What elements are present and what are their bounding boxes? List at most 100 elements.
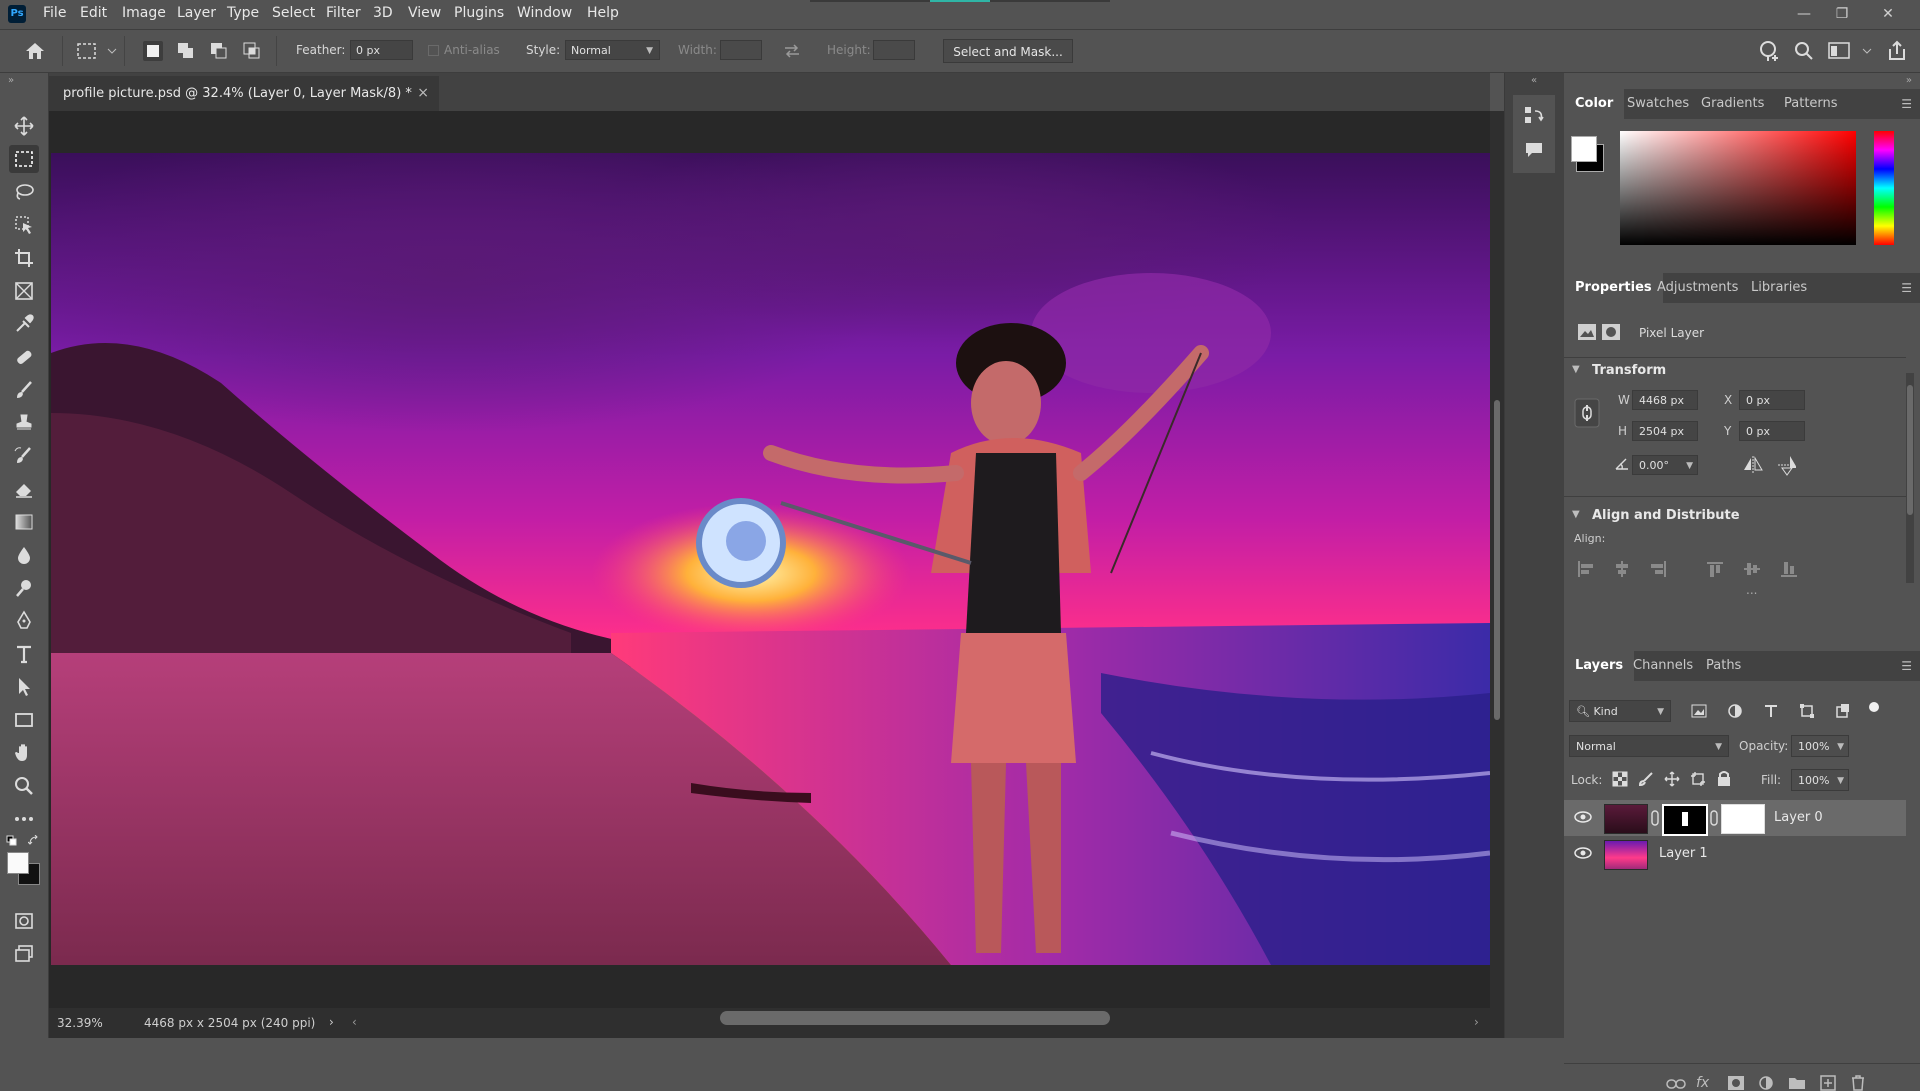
more-options-icon[interactable]: ... [1746, 583, 1757, 597]
more-tools[interactable] [9, 805, 39, 833]
menu-filter[interactable]: Filter [326, 5, 361, 21]
object-selection-tool[interactable] [9, 211, 39, 239]
chevron-down-icon[interactable] [107, 47, 117, 55]
menu-select[interactable]: Select [272, 5, 315, 21]
move-tool[interactable] [9, 112, 39, 140]
history-icon[interactable] [1523, 105, 1545, 127]
horizontal-scroll-thumb[interactable] [720, 1011, 1110, 1025]
scroll-right-icon[interactable]: › [1474, 1015, 1479, 1029]
new-group-icon[interactable] [1788, 1076, 1806, 1090]
comment-icon[interactable] [1523, 139, 1545, 161]
layer-row-layer-1[interactable]: Layer 1 [1564, 836, 1906, 872]
add-mask-icon[interactable] [1727, 1075, 1745, 1091]
color-field[interactable] [1620, 131, 1856, 245]
tab-channels[interactable]: Channels [1622, 651, 1704, 681]
add-selection-icon[interactable] [176, 41, 196, 61]
visibility-eye-icon[interactable] [1574, 846, 1592, 860]
foreground-swatch[interactable] [1571, 136, 1597, 162]
document-canvas-image[interactable] [51, 153, 1490, 965]
menu-file[interactable]: File [43, 5, 66, 21]
filter-pixel-icon[interactable] [1691, 704, 1707, 718]
hue-slider[interactable] [1874, 131, 1894, 245]
status-menu-arrow[interactable]: › [329, 1015, 334, 1029]
panel-menu-icon[interactable]: ☰ [1901, 659, 1912, 673]
feather-input[interactable]: 0 px [350, 40, 413, 60]
intersect-selection-icon[interactable] [242, 41, 262, 61]
lock-pixels-icon[interactable] [1638, 771, 1654, 787]
layer-name[interactable]: Layer 0 [1774, 810, 1823, 825]
chevron-down-icon[interactable] [1862, 47, 1872, 55]
vector-mask-thumbnail[interactable] [1721, 804, 1765, 834]
eraser-tool[interactable] [9, 475, 39, 503]
menu-3d[interactable]: 3D [373, 5, 393, 21]
new-selection-button[interactable] [143, 41, 163, 61]
menu-image[interactable]: Image [122, 5, 166, 21]
align-bottom-icon[interactable] [1781, 561, 1797, 577]
layer-thumbnail[interactable] [1604, 804, 1648, 834]
share-icon[interactable] [1886, 40, 1908, 62]
chevron-down-icon[interactable]: ▼ [1572, 509, 1580, 520]
flip-vertical-icon[interactable] [1778, 454, 1796, 476]
chevron-down-icon[interactable]: ▼ [1572, 364, 1580, 375]
menu-window[interactable]: Window [517, 5, 572, 21]
layer-name[interactable]: Layer 1 [1659, 846, 1708, 861]
clone-stamp-tool[interactable] [9, 409, 39, 437]
rectangle-tool[interactable] [9, 706, 39, 734]
expand-panels-icon[interactable]: « [1531, 75, 1537, 86]
filter-adjustment-icon[interactable] [1727, 703, 1743, 719]
path-selection-tool[interactable] [9, 673, 39, 701]
delete-layer-icon[interactable] [1850, 1074, 1866, 1091]
history-brush-tool[interactable] [9, 442, 39, 470]
y-field[interactable]: 0 px [1739, 421, 1805, 441]
share-profile-icon[interactable] [1758, 40, 1782, 62]
lasso-tool[interactable] [9, 178, 39, 206]
flip-horizontal-icon[interactable] [1742, 456, 1764, 474]
home-icon[interactable] [24, 41, 46, 61]
menu-plugins[interactable]: Plugins [454, 5, 504, 21]
width-field[interactable]: 4468 px [1632, 390, 1698, 410]
brush-tool[interactable] [9, 376, 39, 404]
minimize-button[interactable]: — [1790, 2, 1818, 26]
canvas-area[interactable] [49, 111, 1490, 1008]
pen-tool[interactable] [9, 607, 39, 635]
zoom-level[interactable]: 32.39% [57, 1016, 103, 1030]
frame-tool[interactable] [9, 277, 39, 305]
new-adjustment-icon[interactable] [1758, 1075, 1774, 1091]
filter-smart-object-icon[interactable] [1835, 703, 1851, 719]
lock-all-icon[interactable] [1716, 770, 1732, 787]
opacity-field[interactable]: 100% ▼ [1791, 735, 1849, 757]
layer-filter-kind[interactable]: 🔍︎ Kind ▼ [1569, 700, 1671, 722]
link-dimensions-icon[interactable] [1574, 398, 1600, 428]
close-document-icon[interactable]: × [417, 76, 429, 111]
gradient-tool[interactable] [9, 508, 39, 536]
tab-gradients[interactable]: Gradients [1690, 89, 1775, 119]
tab-patterns[interactable]: Patterns [1773, 89, 1849, 119]
healing-brush-tool[interactable] [9, 343, 39, 371]
fill-field[interactable]: 100% ▼ [1791, 769, 1849, 791]
subtract-selection-icon[interactable] [209, 41, 229, 61]
hand-tool[interactable] [9, 739, 39, 767]
dodge-tool[interactable] [9, 574, 39, 602]
swap-icon[interactable] [783, 43, 801, 59]
marquee-preset-icon[interactable] [76, 41, 98, 61]
restore-button[interactable]: ❐ [1828, 2, 1856, 26]
link-icon[interactable] [1709, 810, 1719, 826]
antialias-checkbox[interactable] [428, 45, 439, 56]
blend-mode-select[interactable]: Normal ▼ [1569, 735, 1729, 757]
default-colors-icon[interactable] [6, 835, 18, 847]
angle-field[interactable]: 0.00° ▼ [1632, 455, 1698, 475]
filter-shape-icon[interactable] [1799, 703, 1815, 719]
tab-swatches[interactable]: Swatches [1616, 89, 1700, 119]
new-layer-icon[interactable] [1820, 1075, 1836, 1091]
type-tool[interactable] [9, 640, 39, 668]
select-and-mask-button[interactable]: Select and Mask... [943, 39, 1073, 63]
document-tab[interactable]: profile picture.psd @ 32.4% (Layer 0, La… [49, 76, 439, 111]
tab-adjustments[interactable]: Adjustments [1646, 273, 1749, 303]
menu-layer[interactable]: Layer [177, 5, 216, 21]
menu-view[interactable]: View [408, 5, 441, 21]
eyedropper-tool[interactable] [9, 310, 39, 338]
foreground-color-swatch[interactable] [7, 852, 29, 874]
properties-scroll-thumb[interactable] [1907, 385, 1913, 515]
quick-mask-button[interactable] [9, 907, 39, 935]
mask-icon[interactable] [1601, 323, 1621, 341]
